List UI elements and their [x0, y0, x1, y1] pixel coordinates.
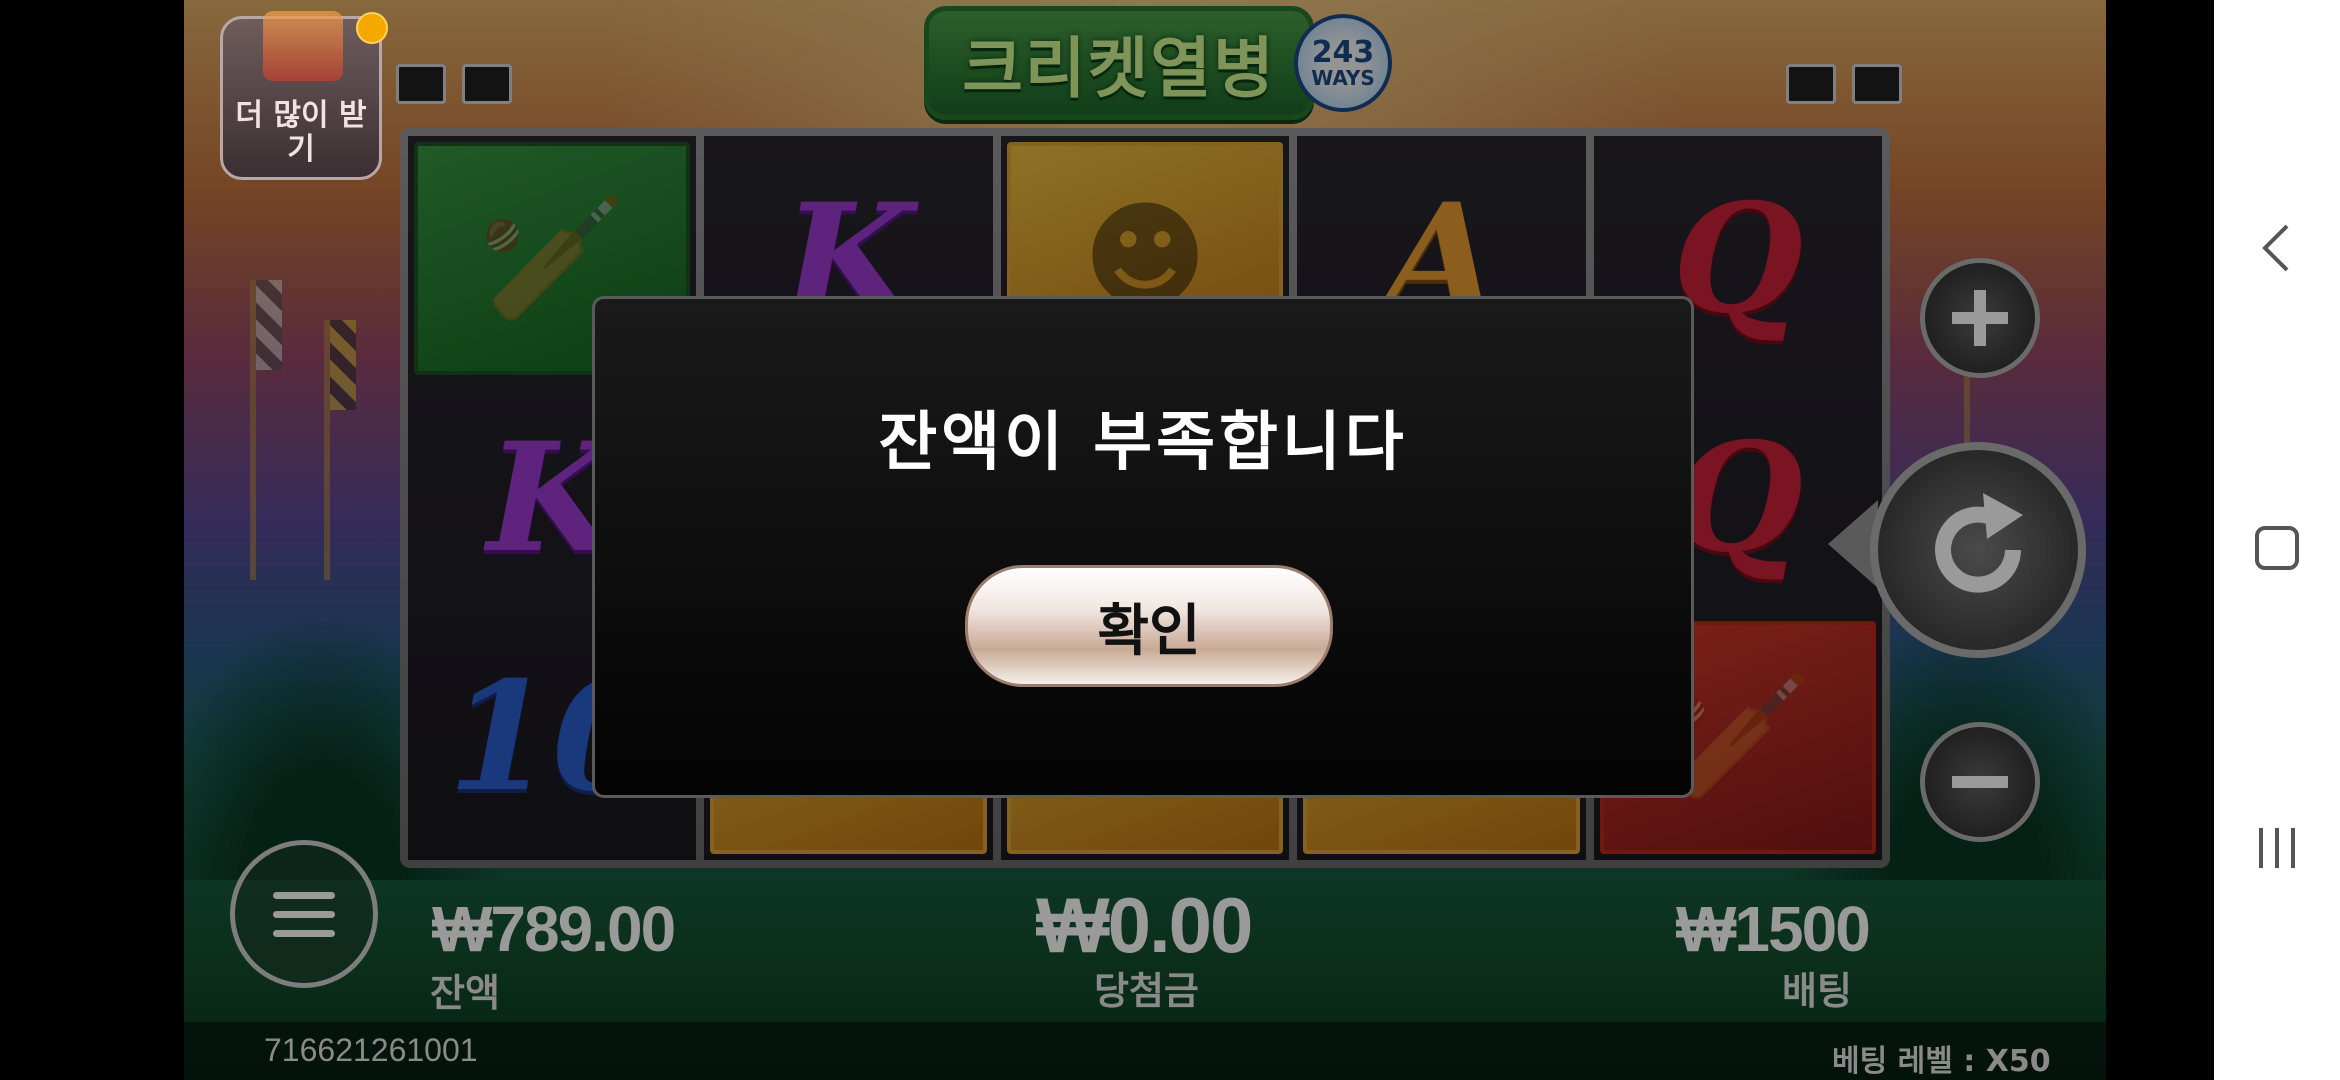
confirm-button[interactable]: 확인 [965, 565, 1333, 687]
hamburger-icon [273, 880, 335, 949]
bet-value: ₩1500 [1676, 893, 1871, 965]
bet-increase-button[interactable] [1920, 258, 2040, 378]
win-value: ₩0.00 [1036, 881, 1253, 969]
nav-home-button[interactable] [2214, 524, 2340, 572]
notification-dot [356, 12, 388, 44]
dialog-message: 잔액이 부족합니다 [878, 406, 1408, 480]
recents-icon [2259, 828, 2295, 868]
home-square-icon [2255, 526, 2299, 570]
balance-value: ₩789.00 [432, 893, 676, 965]
gift-icon [263, 11, 343, 81]
get-more-button[interactable]: 더 많이 받기 [220, 11, 382, 180]
insufficient-balance-dialog: 잔액이 부족합니다 확인 [592, 296, 1694, 798]
minus-icon [1952, 776, 2008, 788]
spin-icon [1935, 493, 2023, 593]
menu-button[interactable] [230, 840, 378, 988]
back-chevron-icon [2262, 224, 2289, 272]
spin-button[interactable] [1870, 442, 2086, 658]
nav-back-button[interactable] [2214, 220, 2340, 276]
bet-decrease-button[interactable] [1920, 722, 2040, 842]
nav-recents-button[interactable] [2214, 824, 2340, 872]
balance-label: 잔액 [430, 971, 500, 1015]
bet-level: 베팅 레벨 : X50 [1832, 1044, 2051, 1079]
win-label: 당첨금 [1094, 969, 1199, 1013]
plus-icon [1952, 290, 2008, 346]
system-nav-bar [2214, 0, 2340, 1080]
get-more-label: 더 많이 받기 [235, 98, 367, 167]
bet-label: 배팅 [1782, 969, 1852, 1013]
game-id: 716621261001 [264, 1032, 478, 1068]
